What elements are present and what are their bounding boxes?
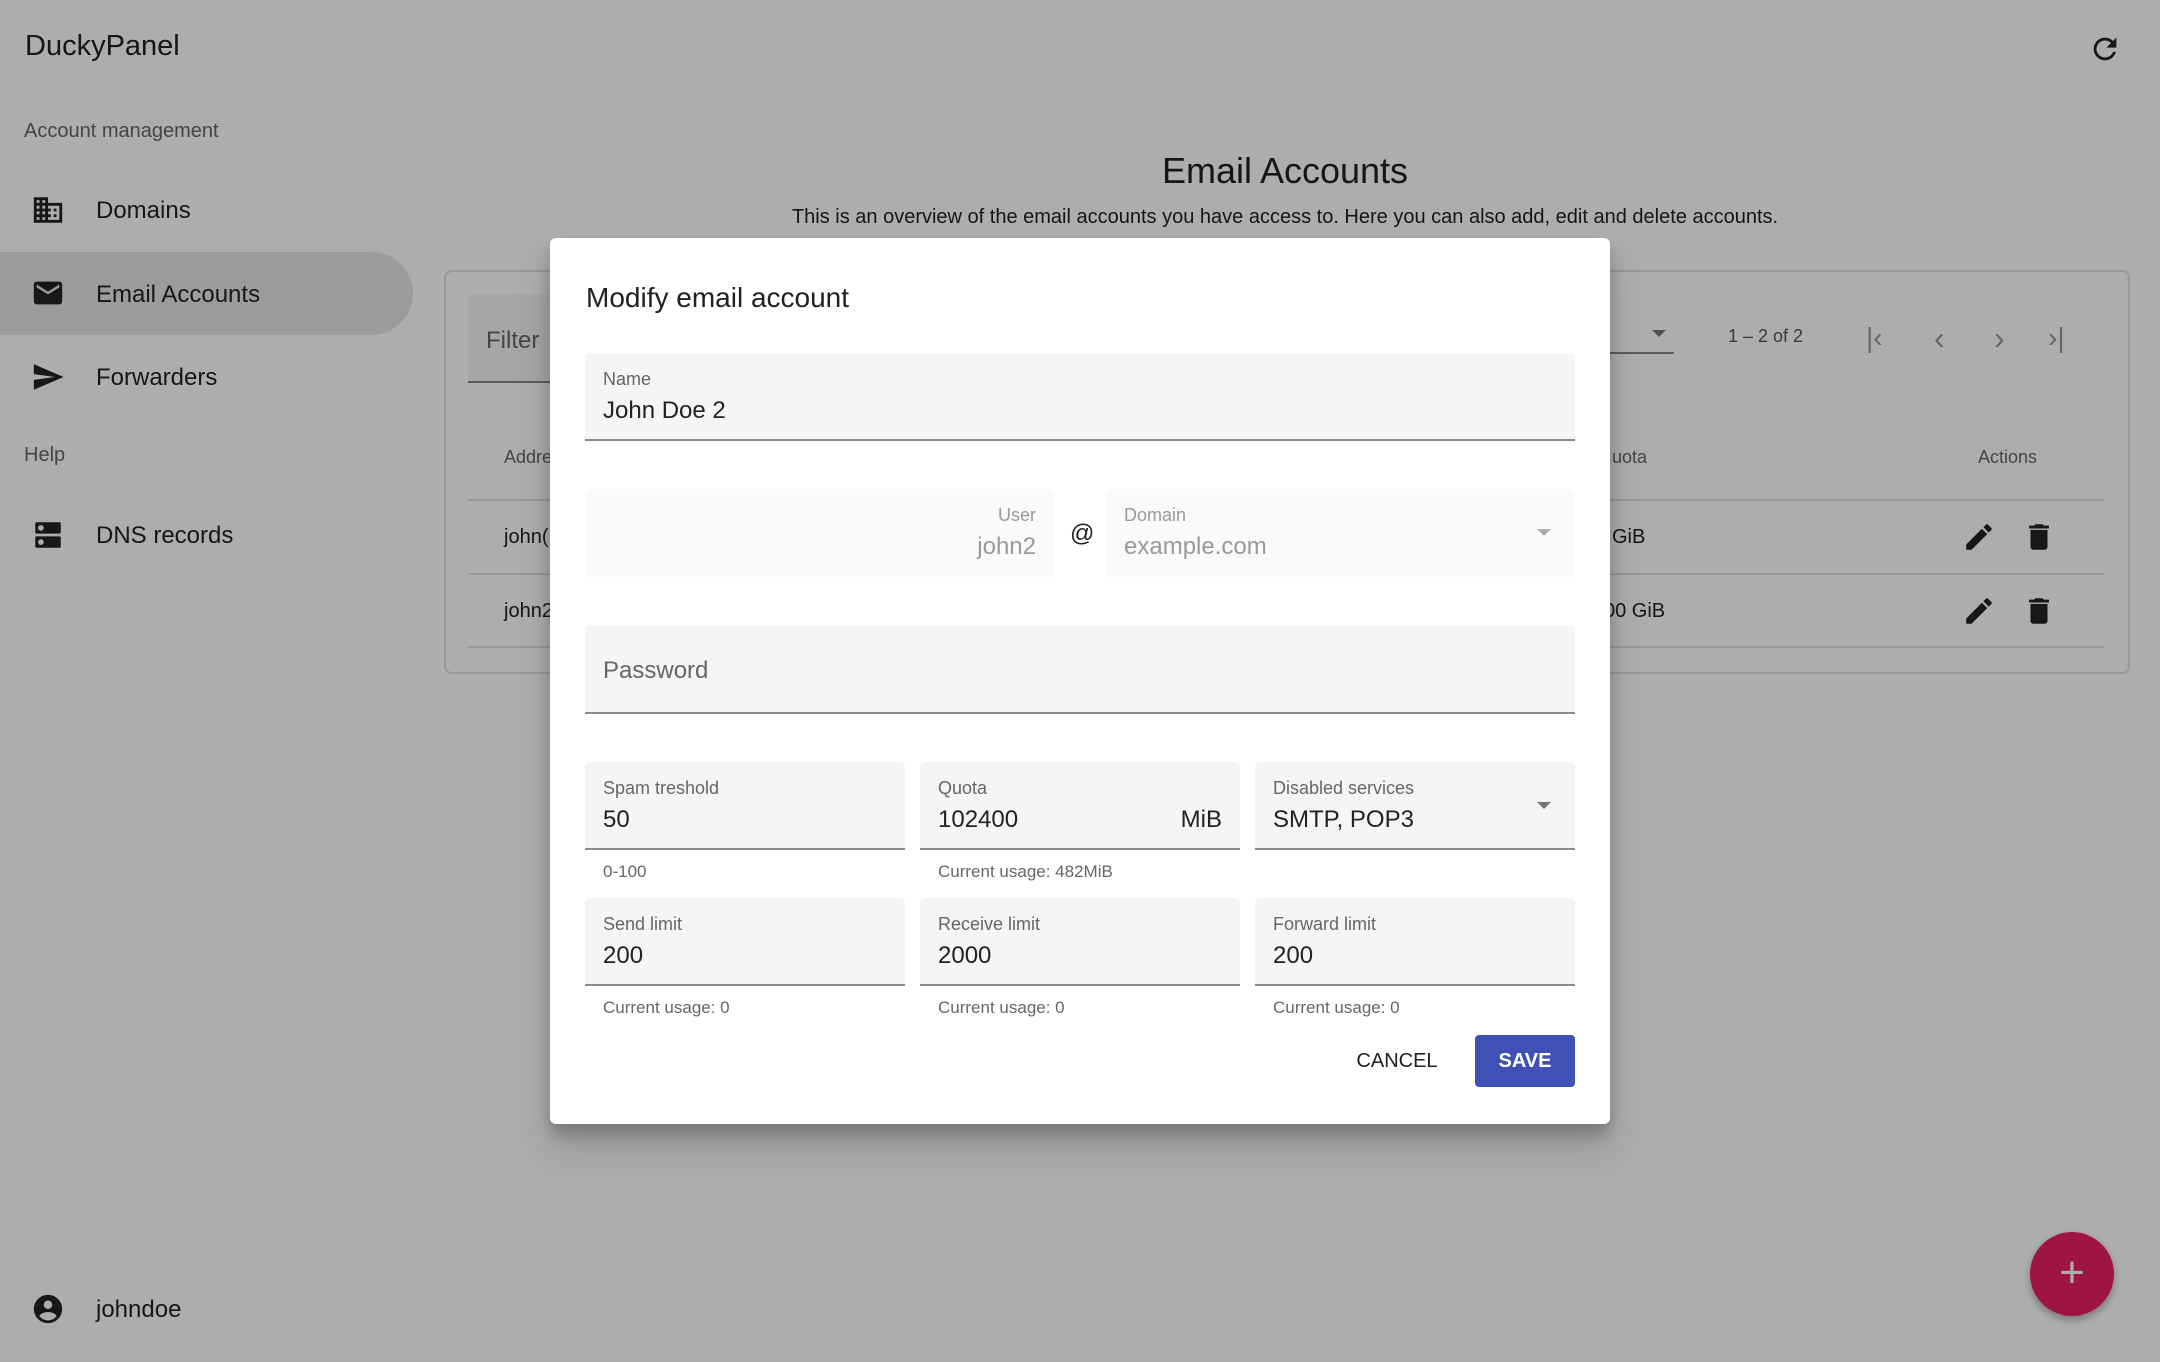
password-placeholder: Password — [603, 657, 709, 684]
send-value: 200 — [603, 942, 644, 969]
send-hint: Current usage: 0 — [603, 998, 730, 1017]
forward-label: Forward limit — [1273, 914, 1377, 934]
at-sign: @ — [1070, 520, 1095, 547]
spam-label: Spam treshold — [603, 778, 720, 798]
user-value: john2 — [977, 533, 1036, 560]
forward-limit-field[interactable]: Forward limit 200 — [1255, 898, 1575, 986]
domain-value: example.com — [1124, 533, 1267, 560]
name-label: Name — [603, 369, 652, 389]
user-field: User john2 — [585, 489, 1054, 577]
dialog-title: Modify email account — [586, 282, 850, 313]
send-limit-field[interactable]: Send limit 200 — [585, 898, 905, 986]
disabled-value: SMTP, POP3 — [1273, 806, 1414, 833]
name-field[interactable]: Name John Doe 2 — [585, 353, 1575, 441]
cancel-button[interactable]: CANCEL — [1340, 1035, 1454, 1087]
domain-label: Domain — [1124, 505, 1187, 525]
domain-select: Domain example.com — [1106, 489, 1575, 577]
receive-value: 2000 — [938, 942, 992, 969]
modify-account-dialog: Modify email account Name John Doe 2 Use… — [550, 238, 1610, 1124]
quota-value: 102400 — [938, 806, 1019, 833]
spam-threshold-field[interactable]: Spam treshold 50 — [585, 762, 905, 850]
receive-limit-field[interactable]: Receive limit 2000 — [920, 898, 1240, 986]
receive-label: Receive limit — [938, 914, 1041, 934]
quota-field[interactable]: Quota 102400 MiB — [920, 762, 1240, 850]
password-field[interactable]: Password — [585, 625, 1575, 714]
disabled-label: Disabled services — [1273, 778, 1415, 798]
forward-value: 200 — [1273, 942, 1314, 969]
spam-hint: 0-100 — [603, 862, 647, 881]
quota-hint: Current usage: 482MiB — [938, 862, 1113, 881]
receive-hint: Current usage: 0 — [938, 998, 1065, 1017]
name-value: John Doe 2 — [603, 397, 726, 424]
chevron-down-icon — [1537, 529, 1551, 536]
disabled-services-select[interactable]: Disabled services SMTP, POP3 — [1255, 762, 1575, 850]
chevron-down-icon — [1537, 802, 1551, 809]
spam-value: 50 — [603, 806, 630, 833]
user-label: User — [997, 505, 1036, 525]
send-label: Send limit — [603, 914, 683, 934]
forward-hint: Current usage: 0 — [1273, 998, 1400, 1017]
quota-label: Quota — [938, 778, 988, 798]
save-button[interactable]: SAVE — [1475, 1035, 1575, 1087]
quota-suffix: MiB — [1180, 806, 1222, 833]
